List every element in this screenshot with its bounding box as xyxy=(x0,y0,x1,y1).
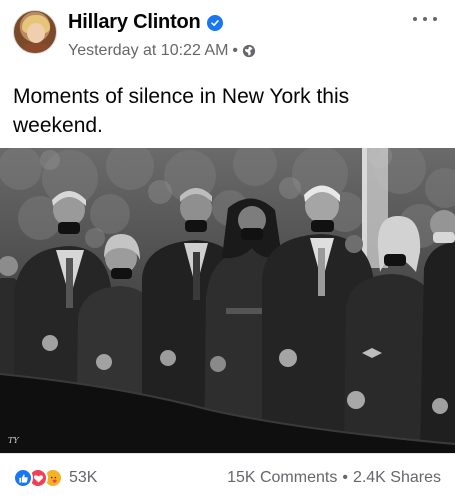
like-icon xyxy=(13,468,33,488)
post-footer: 53K 15K Comments • 2.4K Shares xyxy=(0,453,455,500)
verified-badge-icon xyxy=(206,14,223,31)
author-name-row: Hillary Clinton xyxy=(68,11,223,34)
more-options-icon[interactable] xyxy=(413,12,437,26)
reaction-count: 53K xyxy=(69,469,98,486)
comments-count[interactable]: 15K Comments xyxy=(227,469,337,487)
post-header: Hillary Clinton Yesterday at 10:22 AM • xyxy=(0,0,455,68)
post-meta: Yesterday at 10:22 AM • xyxy=(68,42,256,60)
post-caption: Moments of silence in New York this week… xyxy=(13,85,350,137)
photo-signature: TY xyxy=(8,436,19,445)
shares-count[interactable]: 2.4K Shares xyxy=(353,469,441,487)
globe-icon[interactable] xyxy=(242,44,256,58)
reaction-summary[interactable]: 53K xyxy=(13,468,97,488)
engagement-stats: 15K Comments • 2.4K Shares xyxy=(227,469,441,487)
post-photo[interactable]: TY xyxy=(0,148,455,453)
author-name[interactable]: Hillary Clinton xyxy=(68,11,201,34)
post-timestamp[interactable]: Yesterday at 10:22 AM xyxy=(68,42,228,60)
stats-separator: • xyxy=(342,469,348,486)
author-avatar[interactable] xyxy=(13,10,57,54)
meta-separator: • xyxy=(232,42,239,59)
